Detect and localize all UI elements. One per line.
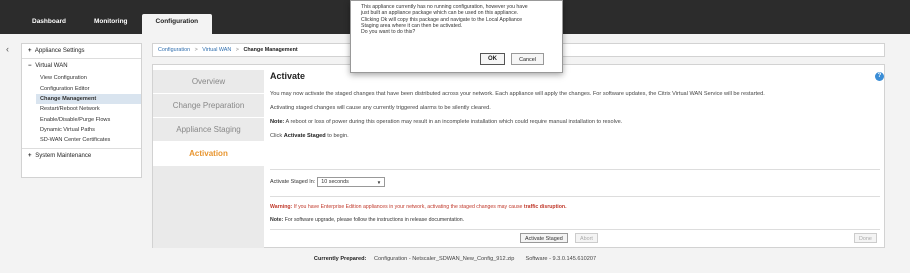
plus-icon: + <box>28 152 32 159</box>
sidebar-item-restart-reboot[interactable]: Restart/Reboot Network <box>40 104 141 114</box>
step-activation[interactable]: Activation <box>153 142 264 166</box>
note-body: A reboot or loss of power during this op… <box>285 119 623 125</box>
click-prefix: Click <box>270 133 283 139</box>
activate-in-label: Activate Staged In: <box>270 179 316 185</box>
status-footer: Currently Prepared: Configuration - Nets… <box>0 256 910 262</box>
step-change-preparation[interactable]: Change Preparation <box>153 94 264 118</box>
done-button[interactable]: Done <box>854 233 877 243</box>
ok-button[interactable]: OK <box>480 53 505 65</box>
sidebar-appliance-settings[interactable]: + Appliance Settings <box>22 44 141 59</box>
divider <box>270 229 880 230</box>
intro-text: You may now activate the staged changes … <box>270 91 765 97</box>
sidebar: + Appliance Settings − Virtual WAN View … <box>21 43 142 178</box>
nav-configuration[interactable]: Configuration <box>141 14 213 34</box>
alarm-text: Activating staged changes will cause any… <box>270 105 491 111</box>
abort-button[interactable]: Abort <box>575 233 598 243</box>
divider <box>270 196 880 197</box>
minus-icon: − <box>28 63 32 69</box>
note2-text: Note: For software upgrade, please follo… <box>270 217 464 223</box>
warning-bold: traffic disruption. <box>523 204 567 210</box>
footer-config: Configuration - Netscaler_SDWAN_New_Conf… <box>374 256 515 262</box>
sidebar-virtual-wan-items: View Configuration Configuration Editor … <box>22 73 141 146</box>
activate-staged-button[interactable]: Activate Staged <box>520 233 568 243</box>
sidebar-item-view-configuration[interactable]: View Configuration <box>40 73 141 83</box>
step-overview[interactable]: Overview <box>153 70 264 94</box>
cancel-button[interactable]: Cancel <box>511 53 544 65</box>
warning-label: Warning: <box>270 204 293 210</box>
sidebar-item-dynamic-virtual-paths[interactable]: Dynamic Virtual Paths <box>40 125 141 135</box>
breadcrumb-separator: > <box>194 47 198 53</box>
breadcrumb-separator: > <box>235 47 239 53</box>
footer-software: Software - 9.3.0.145.610207 <box>525 256 597 262</box>
sidebar-item-configuration-editor[interactable]: Configuration Editor <box>40 83 141 93</box>
confirm-dialog: This appliance currently has no running … <box>350 0 563 73</box>
sidebar-system-maintenance-label: System Maintenance <box>35 152 92 159</box>
warning-body: If you have Enterprise Edition appliance… <box>293 204 523 210</box>
sidebar-virtual-wan-label: Virtual WAN <box>35 63 68 69</box>
note2-body: For software upgrade, please follow the … <box>284 217 465 223</box>
sidebar-virtual-wan[interactable]: − Virtual WAN <box>22 59 141 73</box>
note2-label: Note: <box>270 217 284 223</box>
dropdown-arrow-icon: ▼ <box>376 180 382 185</box>
nav-dashboard[interactable]: Dashboard <box>18 14 80 34</box>
top-nav: Dashboard Monitoring Configuration <box>18 14 213 34</box>
sidebar-item-change-management[interactable]: Change Management <box>36 93 141 105</box>
plus-icon: + <box>28 48 32 54</box>
step-tabs: Overview Change Preparation Appliance St… <box>153 70 264 248</box>
breadcrumb-configuration[interactable]: Configuration <box>158 47 190 53</box>
dialog-message: This appliance currently has no running … <box>361 4 528 36</box>
sidebar-system-maintenance[interactable]: + System Maintenance <box>22 147 141 163</box>
activate-in-value: 10 seconds <box>321 179 349 185</box>
breadcrumb-virtual-wan[interactable]: Virtual WAN <box>202 47 231 53</box>
click-suffix: to begin. <box>327 133 349 139</box>
sidebar-item-enable-disable-purge[interactable]: Enable/Disable/Purge Flows <box>40 115 141 125</box>
footer-label: Currently Prepared: <box>313 256 367 262</box>
warning-text: Warning: If you have Enterprise Edition … <box>270 204 567 210</box>
collapse-chevron-icon[interactable]: ‹ <box>6 44 9 54</box>
activate-in-row: Activate Staged In: 10 seconds ▼ <box>270 177 386 187</box>
step-appliance-staging[interactable]: Appliance Staging <box>153 118 264 142</box>
sidebar-appliance-settings-label: Appliance Settings <box>34 48 85 54</box>
breadcrumb-current: Change Management <box>243 47 298 53</box>
activation-content: Activate You may now activate the staged… <box>270 71 880 243</box>
note-text: Note: A reboot or loss of power during t… <box>270 119 880 125</box>
nav-monitoring[interactable]: Monitoring <box>80 14 142 34</box>
divider <box>270 169 880 170</box>
button-row: Activate Staged Abort Done <box>270 233 880 247</box>
sidebar-item-sdwan-center-certs[interactable]: SD-WAN Center Certificates <box>40 135 141 145</box>
click-instruction: Click Activate Staged to begin. <box>270 133 880 139</box>
note-label: Note: <box>270 119 285 125</box>
activate-in-select[interactable]: 10 seconds ▼ <box>317 177 386 187</box>
main-panel: Overview Change Preparation Appliance St… <box>152 64 885 248</box>
click-bold: Activate Staged <box>283 133 326 139</box>
